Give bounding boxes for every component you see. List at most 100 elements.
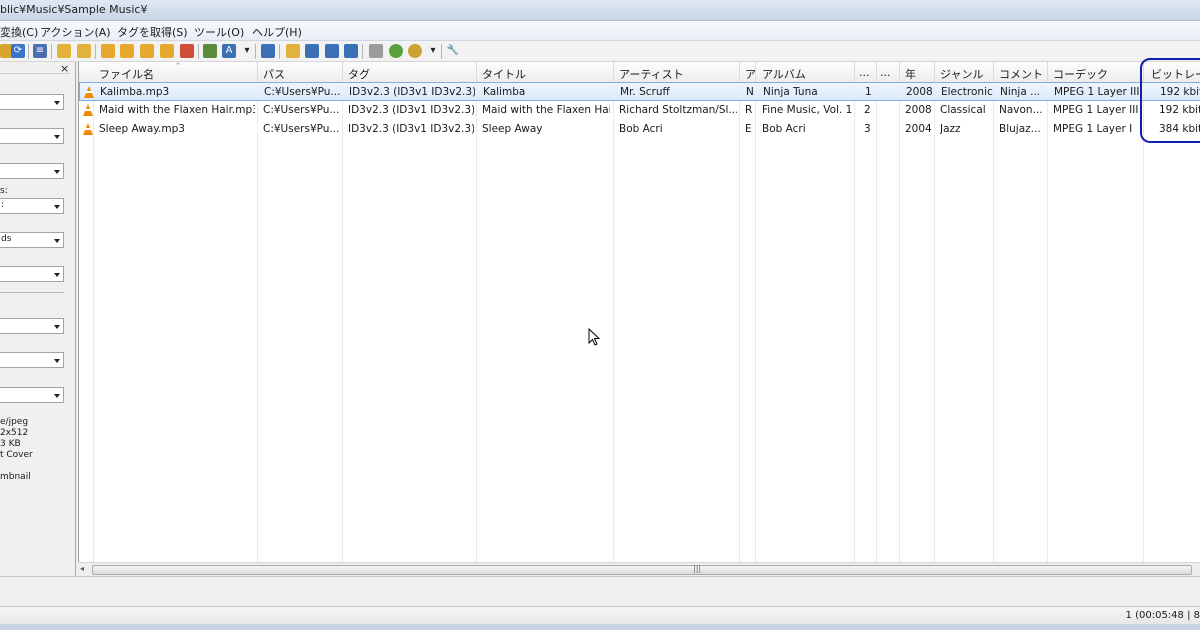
bottom-panel bbox=[0, 576, 1200, 606]
text-case-icon[interactable]: A bbox=[222, 44, 236, 58]
chevron-down-icon bbox=[54, 135, 60, 139]
scroll-thumb[interactable]: ||| bbox=[92, 564, 1192, 575]
discnumber-combo[interactable] bbox=[0, 387, 64, 403]
cell-artist: Richard Stoltzman/Sl... bbox=[619, 104, 737, 116]
menu-tools[interactable]: ツール(O) bbox=[194, 24, 244, 40]
list-icon[interactable]: ≡ bbox=[33, 44, 47, 58]
year-combo[interactable]: : bbox=[0, 198, 64, 214]
filename-to-tag-icon[interactable] bbox=[120, 44, 134, 58]
edit-icon[interactable] bbox=[261, 44, 275, 58]
menu-get-tags[interactable]: タグを取得(S) bbox=[117, 24, 188, 40]
horizontal-scrollbar[interactable]: ◂ ||| bbox=[78, 562, 1200, 576]
cell-codec: MPEG 1 Layer III bbox=[1054, 86, 1140, 98]
save-icon[interactable] bbox=[57, 44, 71, 58]
window-icon[interactable] bbox=[305, 44, 319, 58]
table-row[interactable]: Sleep Away.mp3 C:¥Users¥Pu... ID3v2.3 (I… bbox=[79, 120, 1200, 139]
replace-icon[interactable] bbox=[203, 44, 217, 58]
genre-combo[interactable]: ds bbox=[0, 232, 64, 248]
cell-path: C:¥Users¥Pu... bbox=[263, 123, 339, 135]
cell-codec: MPEG 1 Layer I bbox=[1053, 123, 1133, 135]
cell-album-artist: N bbox=[746, 86, 754, 98]
vlc-file-icon bbox=[83, 104, 93, 116]
panel-icon[interactable] bbox=[344, 44, 358, 58]
window-alt-icon[interactable] bbox=[325, 44, 339, 58]
cell-title: Sleep Away bbox=[482, 123, 543, 135]
wrench-icon[interactable]: 🔧 bbox=[446, 44, 460, 58]
cell-album: Bob Acri bbox=[762, 123, 806, 135]
chevron-down-icon bbox=[54, 205, 60, 209]
col-tag[interactable]: タグ bbox=[348, 66, 468, 82]
list-header: ファイル名 ^ パス タグ タイトル アーティスト ア アルバム ... ...… bbox=[79, 62, 1200, 83]
cell-comment: Navon... bbox=[999, 104, 1043, 116]
cell-genre: Classical bbox=[940, 104, 986, 116]
cover-dimensions: 2x512 bbox=[0, 428, 29, 438]
cell-title: Kalimba bbox=[483, 86, 526, 98]
scroll-left-icon[interactable]: ◂ bbox=[80, 564, 84, 573]
toolbar: ⟳ ≡ A ▾ ▾ 🔧 bbox=[0, 41, 1200, 62]
cell-album-artist: R bbox=[745, 104, 753, 116]
cell-path: C:¥Users¥Pu... bbox=[264, 86, 340, 98]
new-playlist-icon[interactable] bbox=[286, 44, 300, 58]
col-genre[interactable]: ジャンル bbox=[940, 66, 995, 82]
cell-filename: Kalimba.mp3 bbox=[100, 86, 170, 98]
col-album-artist[interactable]: ア bbox=[745, 66, 755, 82]
globe-alt-icon[interactable] bbox=[408, 44, 422, 58]
cell-album-artist: E bbox=[745, 123, 752, 135]
chevron-down-icon bbox=[54, 359, 60, 363]
menu-convert[interactable]: 変換(C) bbox=[0, 24, 38, 40]
cell-year: 2008 bbox=[905, 104, 932, 116]
chevron-down-icon[interactable]: ▾ bbox=[240, 44, 254, 58]
status-bar: 1 (00:05:48 | 8 bbox=[0, 606, 1200, 624]
table-row[interactable]: Kalimba.mp3 C:¥Users¥Pu... ID3v2.3 (ID3v… bbox=[79, 82, 1200, 101]
col-year[interactable]: 年 bbox=[905, 66, 935, 82]
menu-help[interactable]: ヘルプ(H) bbox=[252, 24, 302, 40]
chevron-down-icon[interactable]: ▾ bbox=[426, 44, 440, 58]
col-artist[interactable]: アーティスト bbox=[619, 66, 739, 82]
text-file-icon[interactable] bbox=[160, 44, 174, 58]
cell-tag: ID3v2.3 (ID3v1 ID3v2.3) bbox=[348, 104, 474, 116]
window-frame-bottom bbox=[0, 624, 1200, 630]
chevron-down-icon bbox=[54, 170, 60, 174]
chevron-down-icon bbox=[54, 239, 60, 243]
save-all-icon[interactable] bbox=[77, 44, 91, 58]
cell-codec: MPEG 1 Layer III bbox=[1053, 104, 1139, 116]
album-artist-combo[interactable] bbox=[0, 318, 64, 334]
col-comment[interactable]: コメント bbox=[999, 66, 1049, 82]
menu-action[interactable]: アクション(A) bbox=[40, 24, 111, 40]
artist-combo[interactable] bbox=[0, 128, 64, 144]
col-track[interactable]: ... bbox=[859, 66, 877, 79]
title-combo[interactable] bbox=[0, 94, 64, 110]
comment-combo[interactable] bbox=[0, 266, 64, 282]
col-disc[interactable]: ... bbox=[880, 66, 898, 79]
cell-comment: Blujaz... bbox=[999, 123, 1041, 135]
composer-combo[interactable] bbox=[0, 352, 64, 368]
sort-ascending-icon: ^ bbox=[175, 62, 181, 70]
tag-panel: × s: : ds e/jpeg 2x512 3 KB t Cover mbna… bbox=[0, 62, 76, 576]
title-bar: blic¥Music¥Sample Music¥ bbox=[0, 0, 1200, 21]
cover-mime: e/jpeg bbox=[0, 417, 29, 427]
chevron-down-icon bbox=[54, 394, 60, 398]
cell-album: Fine Music, Vol. 1 bbox=[762, 104, 852, 116]
cell-path: C:¥Users¥Pu... bbox=[263, 104, 339, 116]
globe-icon[interactable] bbox=[389, 44, 403, 58]
album-combo[interactable] bbox=[0, 163, 64, 179]
col-path[interactable]: パス bbox=[263, 66, 343, 82]
web-source-icon[interactable] bbox=[369, 44, 383, 58]
tag-to-tag-icon[interactable] bbox=[140, 44, 154, 58]
cover-thumbnail: mbnail bbox=[0, 472, 31, 482]
cell-track: 2 bbox=[864, 104, 871, 116]
table-row[interactable]: Maid with the Flaxen Hair.mp3 C:¥Users¥P… bbox=[79, 101, 1200, 120]
col-codec[interactable]: コーデック bbox=[1053, 66, 1143, 82]
cover-size: 3 KB bbox=[0, 439, 21, 449]
col-album[interactable]: アルバム bbox=[762, 66, 852, 82]
tag-to-filename-icon[interactable] bbox=[101, 44, 115, 58]
grip-icon: ||| bbox=[693, 564, 702, 573]
menu-bar: 変換(C) アクション(A) タグを取得(S) ツール(O) ヘルプ(H) bbox=[0, 21, 1200, 41]
close-icon[interactable]: × bbox=[60, 62, 69, 75]
field-label: s: bbox=[0, 186, 8, 196]
export-icon[interactable] bbox=[180, 44, 194, 58]
file-list[interactable]: ファイル名 ^ パス タグ タイトル アーティスト ア アルバム ... ...… bbox=[78, 62, 1200, 562]
col-title[interactable]: タイトル bbox=[482, 66, 602, 82]
refresh-icon[interactable]: ⟳ bbox=[11, 44, 25, 58]
divider bbox=[0, 292, 64, 293]
